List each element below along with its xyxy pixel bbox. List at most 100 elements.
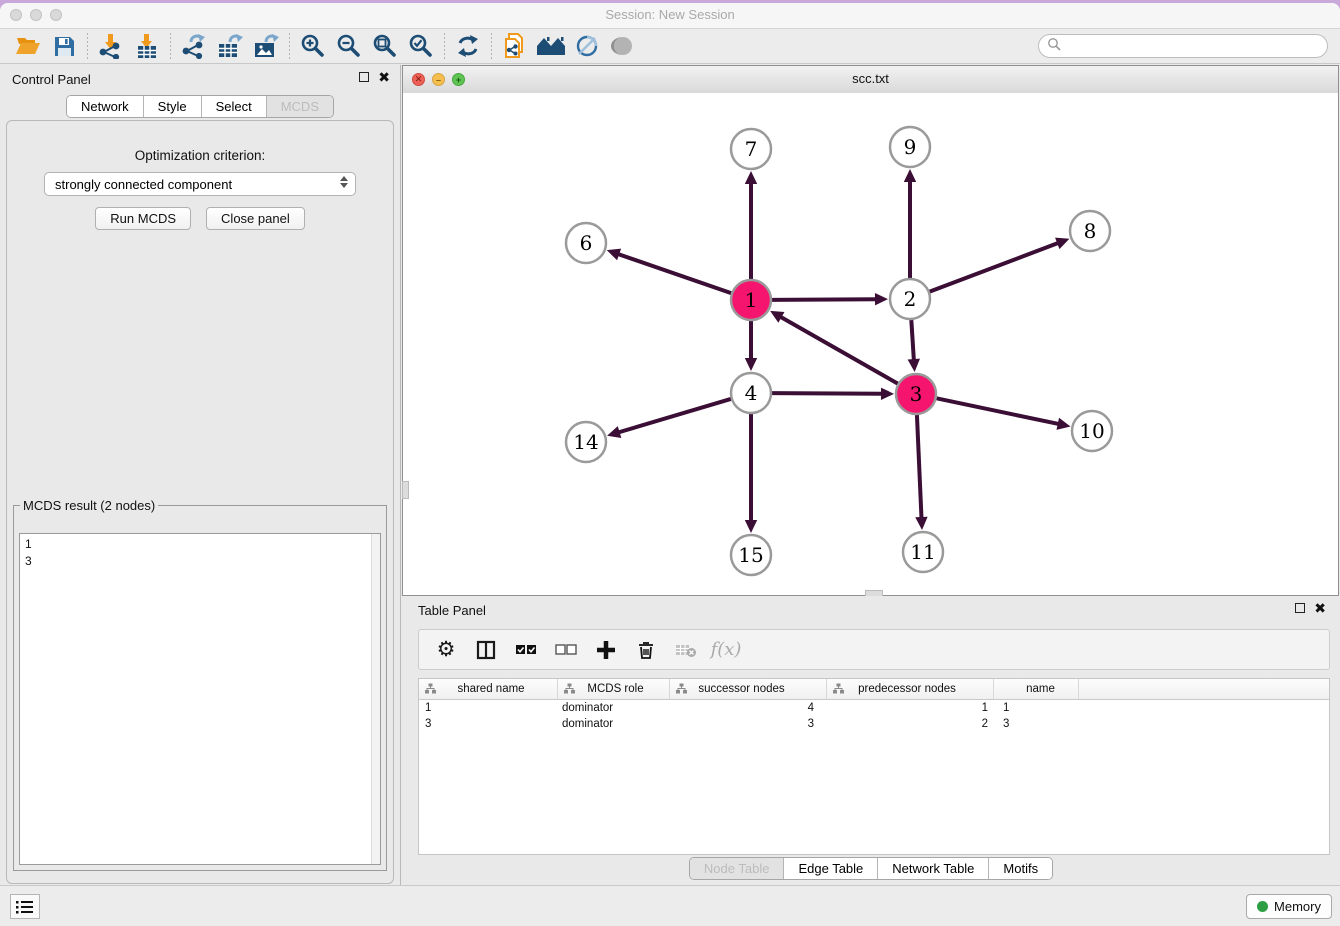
table-cell[interactable]: 1 (419, 702, 558, 714)
edge-4-3[interactable] (772, 393, 883, 394)
column-header-label: predecessor nodes (858, 683, 956, 695)
clone-network-icon[interactable] (497, 31, 533, 61)
gear-icon[interactable]: ⚙ (431, 635, 461, 665)
export-network-icon[interactable] (176, 31, 212, 61)
edge-2-3[interactable] (911, 320, 914, 361)
sort-hierarchy-icon (425, 683, 436, 697)
column-header-label: name (1026, 683, 1055, 695)
column-header-name[interactable]: name (994, 679, 1079, 699)
task-history-button[interactable] (10, 894, 40, 919)
edge-arrowhead-icon (875, 293, 888, 305)
home-icon[interactable] (533, 31, 569, 61)
zoom-in-icon[interactable] (295, 31, 331, 61)
select-all-icon[interactable] (511, 635, 541, 665)
network-window-titlebar[interactable]: ✕ – + scc.txt (403, 66, 1338, 94)
edge-3-10[interactable] (937, 398, 1060, 424)
criterion-select[interactable]: strongly connected component (44, 172, 356, 196)
hide-icon[interactable] (569, 31, 605, 61)
eye-icon[interactable] (605, 31, 641, 61)
delete-icon[interactable] (631, 635, 661, 665)
table-cell[interactable]: dominator (558, 718, 670, 730)
sort-hierarchy-icon (676, 683, 687, 697)
column-header-MCDS-role[interactable]: MCDS role (558, 679, 670, 699)
zoom-selected-icon[interactable] (403, 31, 439, 61)
edge-2-8[interactable] (930, 243, 1059, 292)
edge-arrowhead-icon (908, 359, 920, 372)
tab-style[interactable]: Style (144, 96, 202, 117)
table-tabs: Node TableEdge TableNetwork TableMotifs (402, 857, 1340, 880)
result-scrollbar[interactable] (371, 534, 380, 864)
open-folder-icon[interactable] (10, 31, 46, 61)
edge-1-6[interactable] (617, 254, 731, 293)
table-row[interactable]: 3dominator323 (419, 716, 1329, 732)
tab-network[interactable]: Network (67, 96, 144, 117)
edge-arrowhead-icon (915, 517, 927, 530)
export-image-icon[interactable] (248, 31, 284, 61)
table-cell[interactable]: 1 (994, 702, 1079, 714)
close-panel-icon[interactable]: ✖ (378, 71, 390, 83)
table-cell[interactable]: 3 (670, 718, 827, 730)
node-label: 6 (580, 231, 593, 255)
mcds-result-fieldset: MCDS result (2 nodes) 1 3 (13, 498, 387, 871)
add-icon[interactable] (591, 635, 621, 665)
tab-select[interactable]: Select (202, 96, 267, 117)
node-label: 3 (910, 382, 923, 406)
node-label: 2 (904, 287, 917, 311)
tab-node-table[interactable]: Node Table (690, 858, 785, 879)
mcds-result-title: MCDS result (2 nodes) (20, 498, 158, 513)
tab-network-table[interactable]: Network Table (878, 858, 989, 879)
export-table-icon[interactable] (212, 31, 248, 61)
node-label: 11 (910, 540, 935, 564)
app-window: Session: New Session (0, 3, 1340, 926)
search-input[interactable] (1061, 36, 1327, 56)
edge-arrowhead-icon (607, 249, 621, 261)
tab-edge-table[interactable]: Edge Table (784, 858, 878, 879)
save-icon[interactable] (46, 31, 82, 61)
float-panel-icon[interactable] (359, 72, 369, 82)
control-panel-title: Control Panel (12, 72, 91, 87)
edge-4-14[interactable] (618, 399, 731, 433)
edge-3-11[interactable] (917, 415, 922, 519)
column-header-predecessor-nodes[interactable]: predecessor nodes (827, 679, 994, 699)
close-table-panel-icon[interactable]: ✖ (1314, 602, 1326, 614)
columns-icon[interactable] (471, 635, 501, 665)
close-panel-button[interactable]: Close panel (206, 207, 305, 230)
window-title: Session: New Session (0, 7, 1340, 22)
edge-arrowhead-icon (745, 171, 757, 184)
table-toolbar: ⚙ f(x) (418, 629, 1330, 670)
tab-motifs[interactable]: Motifs (989, 858, 1052, 879)
table-cell[interactable]: 2 (827, 718, 994, 730)
table-cell[interactable]: 3 (419, 718, 558, 730)
mcds-result-text: 1 3 (20, 534, 380, 572)
import-network-icon[interactable] (93, 31, 129, 61)
float-table-panel-icon[interactable] (1295, 603, 1305, 613)
import-table-icon[interactable] (129, 31, 165, 61)
table-cell[interactable]: 1 (827, 702, 994, 714)
zoom-fit-icon[interactable] (367, 31, 403, 61)
network-graph[interactable]: 7968124314101511 (403, 93, 1338, 595)
edge-1-2[interactable] (772, 299, 877, 300)
table-body: 1dominator4113dominator323 (419, 700, 1329, 732)
status-bar: Memory (0, 885, 1340, 926)
main-area: Control Panel ✖ NetworkStyleSelectMCDS O… (0, 65, 1340, 886)
control-panel-tabs: NetworkStyleSelectMCDS (0, 95, 400, 117)
edge-3-1[interactable] (780, 316, 898, 383)
column-header-shared-name[interactable]: shared name (419, 679, 558, 699)
deselect-all-icon[interactable] (551, 635, 581, 665)
mcds-result-box[interactable]: 1 3 (19, 533, 381, 865)
node-table: shared nameMCDS rolesuccessor nodes prede… (418, 678, 1330, 855)
table-cell[interactable]: 4 (670, 702, 827, 714)
vertical-splitter-handle[interactable] (402, 481, 409, 499)
table-cell[interactable]: 3 (994, 718, 1079, 730)
column-header-successor-nodes[interactable]: successor nodes (670, 679, 827, 699)
table-row[interactable]: 1dominator411 (419, 700, 1329, 716)
edge-arrowhead-icon (1056, 418, 1070, 430)
memory-button[interactable]: Memory (1246, 894, 1332, 919)
refresh-icon[interactable] (450, 31, 486, 61)
network-canvas[interactable]: 7968124314101511 (403, 93, 1338, 595)
table-cell[interactable]: dominator (558, 702, 670, 714)
zoom-out-icon[interactable] (331, 31, 367, 61)
tab-mcds[interactable]: MCDS (267, 96, 333, 117)
run-mcds-button[interactable]: Run MCDS (95, 207, 191, 230)
delete-table-icon (671, 635, 701, 665)
